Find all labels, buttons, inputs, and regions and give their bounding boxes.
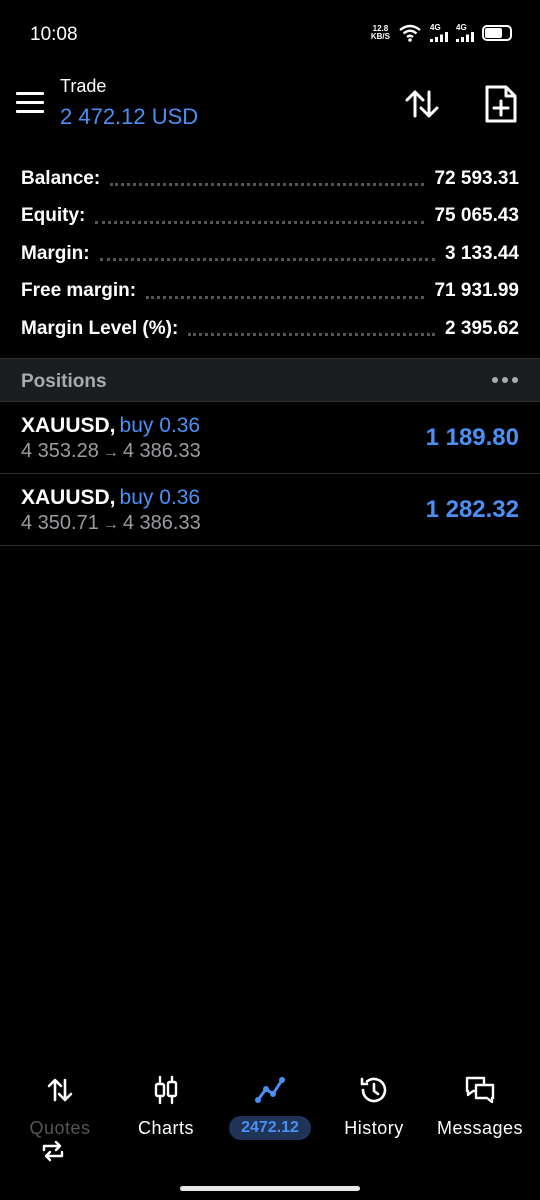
summary-row-margin: Margin: 3 133.44 (21, 242, 519, 264)
nav-label: Messages (436, 1118, 524, 1138)
position-open-price: 4 350.71 (21, 512, 99, 534)
summary-row-margin-level: Margin Level (%): 2 395.62 (21, 317, 519, 339)
sort-icon[interactable] (404, 86, 440, 122)
nav-label: Charts (137, 1118, 194, 1138)
dot-leader (146, 295, 425, 299)
position-symbol: XAUUSD, (21, 414, 116, 437)
position-current-price: 4 386.33 (122, 512, 201, 534)
position-symbol: XAUUSD, (21, 486, 116, 509)
nav-quotes[interactable]: Quotes (6, 1060, 114, 1162)
account-summary: Balance: 72 593.31 Equity: 75 065.43 Mar… (0, 160, 540, 348)
nav-label: History (344, 1118, 404, 1138)
battery-icon (482, 25, 512, 41)
more-options-icon[interactable] (492, 377, 518, 383)
dot-leader (95, 220, 425, 224)
nav-active-badge: 2472.12 (229, 1116, 311, 1140)
nav-messages[interactable]: Messages (426, 1060, 534, 1160)
positions-header: Positions (0, 358, 540, 402)
messages-icon (465, 1076, 495, 1104)
arrow-right-icon: → (102, 444, 119, 461)
arrow-right-icon: → (102, 516, 119, 533)
profit-subtitle: 2 472.12 USD (60, 104, 199, 129)
new-order-icon[interactable] (484, 84, 518, 124)
summary-row-equity: Equity: 75 065.43 (21, 205, 519, 227)
position-side: buy 0.36 (119, 414, 201, 437)
nav-label: Quotes (29, 1118, 91, 1138)
repeat-icon (42, 1140, 64, 1162)
status-bar: 10:08 12.8 KB/S 4G 4G (0, 0, 540, 70)
candlestick-icon (154, 1075, 178, 1105)
bottom-navigation: Quotes Charts 2472.12 History Messages (0, 1060, 540, 1170)
positions-title: Positions (21, 371, 107, 392)
hamburger-icon (16, 92, 44, 95)
app-header: Trade 2 472.12 USD (0, 70, 540, 140)
summary-row-free-margin: Free margin: 71 931.99 (21, 280, 519, 302)
wifi-icon (399, 24, 421, 42)
position-row[interactable]: XAUUSD, buy 0.36 4 350.71 → 4 386.33 1 282.… (0, 474, 540, 546)
cell-signal-1: 4G (430, 24, 448, 42)
page-title: Trade (60, 76, 107, 96)
signal-bars-icon (456, 32, 474, 42)
history-icon (360, 1077, 387, 1103)
cell-signal-2: 4G (456, 24, 474, 42)
position-current-price: 4 386.33 (122, 440, 201, 462)
nav-charts[interactable]: Charts (112, 1060, 220, 1160)
signal-bars-icon (430, 32, 448, 42)
status-time: 10:08 (30, 24, 78, 45)
position-open-price: 4 353.28 (21, 440, 99, 462)
home-indicator[interactable] (180, 1186, 360, 1191)
position-profit: 1 282.32 (425, 496, 519, 523)
trend-line-icon (255, 1077, 285, 1103)
network-speed: 12.8 KB/S (370, 24, 390, 41)
battery-level (485, 28, 502, 38)
status-icons: 12.8 KB/S 4G 4G (371, 24, 512, 42)
dot-leader (188, 333, 436, 337)
summary-row-balance: Balance: 72 593.31 (21, 167, 519, 189)
position-row[interactable]: XAUUSD, buy 0.36 4 353.28 → 4 386.33 1 189.… (0, 402, 540, 474)
dot-leader (99, 258, 436, 262)
nav-history[interactable]: History (320, 1060, 428, 1160)
nav-trade[interactable]: 2472.12 (216, 1060, 324, 1160)
menu-button[interactable] (16, 92, 44, 114)
position-side: buy 0.36 (119, 486, 201, 509)
sort-arrows-icon (47, 1078, 73, 1102)
dot-leader (110, 183, 425, 187)
position-profit: 1 189.80 (425, 424, 519, 451)
